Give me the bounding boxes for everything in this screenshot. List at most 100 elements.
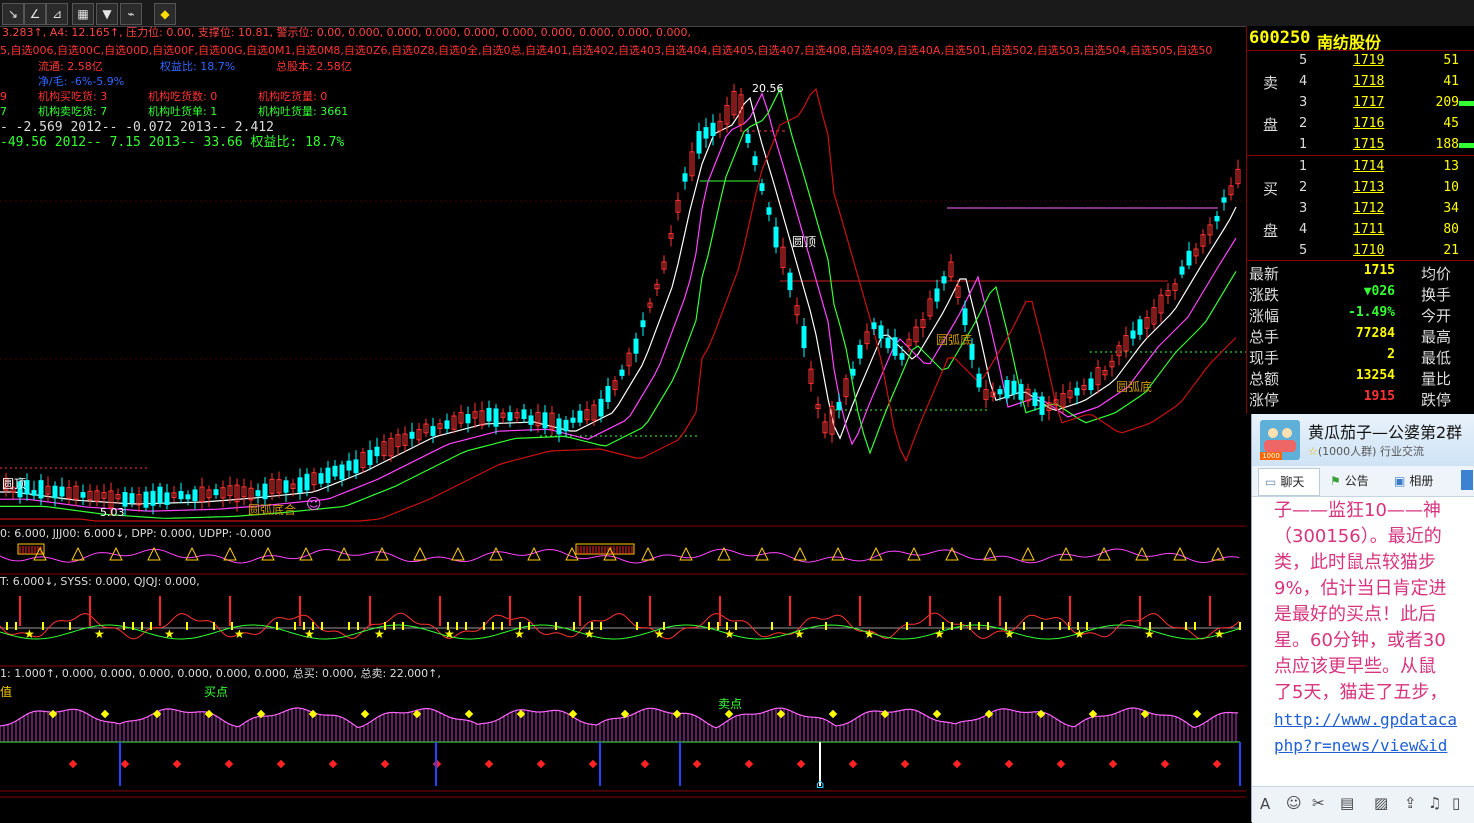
candle-body (1130, 330, 1136, 339)
indicator2-star: ★ (794, 627, 805, 641)
indicator1-triangle (451, 546, 465, 561)
ask-row[interactable]: 3 1717 209 (1247, 93, 1474, 114)
candle-body (962, 308, 968, 326)
stat-row: 涨跌 ▼026 换手 (1247, 282, 1474, 304)
indicator3-diamond-red (120, 759, 130, 769)
emoji-icon[interactable]: ☺ (1286, 794, 1302, 812)
indicator2-star: ★ (654, 627, 665, 641)
chat-link[interactable]: http://www.gpdataca (1274, 710, 1457, 729)
diamond-icon[interactable]: ◆ (154, 3, 176, 25)
indicator2-star: ★ (374, 627, 385, 641)
chat-message-line: 点应该更早些。从鼠 (1274, 656, 1436, 677)
indicator3-diamond (464, 709, 474, 719)
indicator2-bar (951, 622, 953, 630)
candle-body (409, 431, 415, 439)
bid-row[interactable]: 2 1713 10 (1247, 178, 1474, 199)
bid-price: 1712 (1353, 201, 1385, 216)
grid-icon[interactable]: ▦ (72, 3, 94, 25)
buy-point-label: 买点 (204, 685, 229, 699)
candle-body (696, 131, 702, 154)
chat-message-line: 子——监狂10——神 (1274, 500, 1441, 521)
ask-row[interactable]: 2 1716 45 (1247, 114, 1474, 135)
fan-tool-icon[interactable]: ⊿ (46, 3, 68, 25)
indicator2-bar (1023, 622, 1025, 630)
ask-row[interactable]: 4 1718 41 (1247, 72, 1474, 93)
file-icon[interactable]: ▯ (1452, 794, 1460, 812)
tab-chat[interactable]: ▭ 聊天 (1258, 468, 1320, 496)
image-icon[interactable]: ▨ (1374, 794, 1388, 812)
indicator2-bar (825, 622, 827, 630)
indicator3-diamond-red (692, 759, 702, 769)
music-icon[interactable]: ♫ (1428, 794, 1441, 812)
ask-row[interactable]: 5 1719 51 (1247, 51, 1474, 72)
candle-body (367, 449, 373, 466)
font-icon[interactable]: A (1260, 795, 1270, 813)
indicator2-star: ★ (1004, 627, 1015, 641)
indicator3-diamond-red (1056, 759, 1066, 769)
bid-row[interactable]: 1 1714 13 (1247, 157, 1474, 178)
indicator2-bar (501, 622, 503, 630)
bid-row[interactable]: 5 1710 21 (1247, 241, 1474, 262)
indicator2-bar (348, 622, 350, 630)
indicator2-star: ★ (934, 627, 945, 641)
stat-value: -1.49% (1348, 305, 1395, 320)
ask-row[interactable]: 1 1715 188 (1247, 135, 1474, 156)
indicator2-star: ★ (94, 627, 105, 641)
candle-body (773, 226, 779, 248)
album-icon: ▣ (1394, 474, 1406, 488)
scissors-icon[interactable]: ✂ (1312, 794, 1325, 812)
indicator2-star: ★ (1144, 627, 1155, 641)
fin-jinmao: 净/毛: -6%-5.9% (38, 75, 125, 88)
upload-icon[interactable]: ⇪ (1404, 794, 1417, 812)
candle-body (1214, 215, 1220, 222)
bid-volume: 34 (1443, 201, 1459, 216)
indicator1-triangle (793, 546, 807, 561)
stat-right-label: 最低 (1421, 349, 1452, 367)
indicator3-diamond-red (1004, 759, 1014, 769)
candle-body (598, 398, 604, 417)
indicator3-legend: 1: 1.000↑, 0.000, 0.000, 0.000, 0.000, 0… (0, 667, 441, 680)
indicator2-bar (600, 622, 602, 630)
bid-row[interactable]: 4 1711 80 (1247, 220, 1474, 241)
home-icon[interactable]: ⌂ (816, 778, 824, 791)
angle-tool-icon[interactable]: ∠ (24, 3, 46, 25)
candle-body (129, 493, 135, 504)
fin-row3-d: 机构吃货量: 0 (258, 90, 328, 103)
chart-settings-icon[interactable]: ⌁ (120, 3, 142, 25)
chat-window[interactable]: 1000 黄瓜茄子—公婆第2群 ☆(1000人群) 行业交流 ▭ 聊天 ⚑ 公告 ▣… (1251, 414, 1474, 823)
indicator3-diamond-red (380, 759, 390, 769)
indicator2-bar (987, 622, 989, 630)
candle-body (304, 473, 310, 491)
candle-body (941, 276, 947, 284)
candle-body (563, 419, 569, 432)
kline-chart[interactable]: ★ ★ ★ ★ ★ ★ ★ ★ ★ ★ ★ ★ ★ ★ ★ ★ ★ ★ 3.283↑, A4: 12.165↑, … (0, 26, 1246, 822)
chat-link[interactable]: php?r=news/view&id (1274, 736, 1447, 755)
tab-notice[interactable]: ⚑ 公告 (1330, 468, 1369, 494)
stat-right-label: 均价 (1421, 265, 1452, 283)
fin-row4-d: 机构吐货量: 3661 (258, 105, 349, 118)
candle-body (745, 134, 751, 143)
stock-code: 600250 (1249, 28, 1311, 48)
tab-more[interactable] (1461, 470, 1473, 490)
pattern-round-top: 圆顶 (792, 235, 817, 249)
candle-body (486, 407, 492, 422)
indicator2-legend: T: 6.000↓, SYSS: 0.000, QJQJ: 0.000, (0, 575, 200, 588)
stat-value: 13254 (1355, 368, 1395, 383)
fin-row4-b: 机构卖吃货: 7 (38, 105, 108, 118)
flag-icon[interactable]: ▼ (96, 3, 118, 25)
candle-body (619, 369, 625, 376)
chat-message-line: 星。60分钟，或者30 (1274, 630, 1446, 651)
candle-body (633, 338, 639, 354)
bid-level: 2 (1299, 180, 1308, 195)
indicator2-star: ★ (1214, 627, 1225, 641)
group-avatar[interactable]: 1000 (1260, 420, 1300, 460)
indicator2-bar (393, 622, 395, 630)
fin-row3-b: 机构买吃货: 3 (38, 90, 108, 103)
indicator2-bar (573, 622, 575, 630)
bid-row[interactable]: 3 1712 34 (1247, 199, 1474, 220)
indicator2-bar (636, 622, 638, 630)
line-tool-icon[interactable]: ↘ (2, 3, 24, 25)
tab-album[interactable]: ▣ 相册 (1394, 468, 1433, 494)
gift-icon[interactable]: ▤ (1340, 794, 1354, 812)
indicator2-bar (186, 622, 188, 630)
